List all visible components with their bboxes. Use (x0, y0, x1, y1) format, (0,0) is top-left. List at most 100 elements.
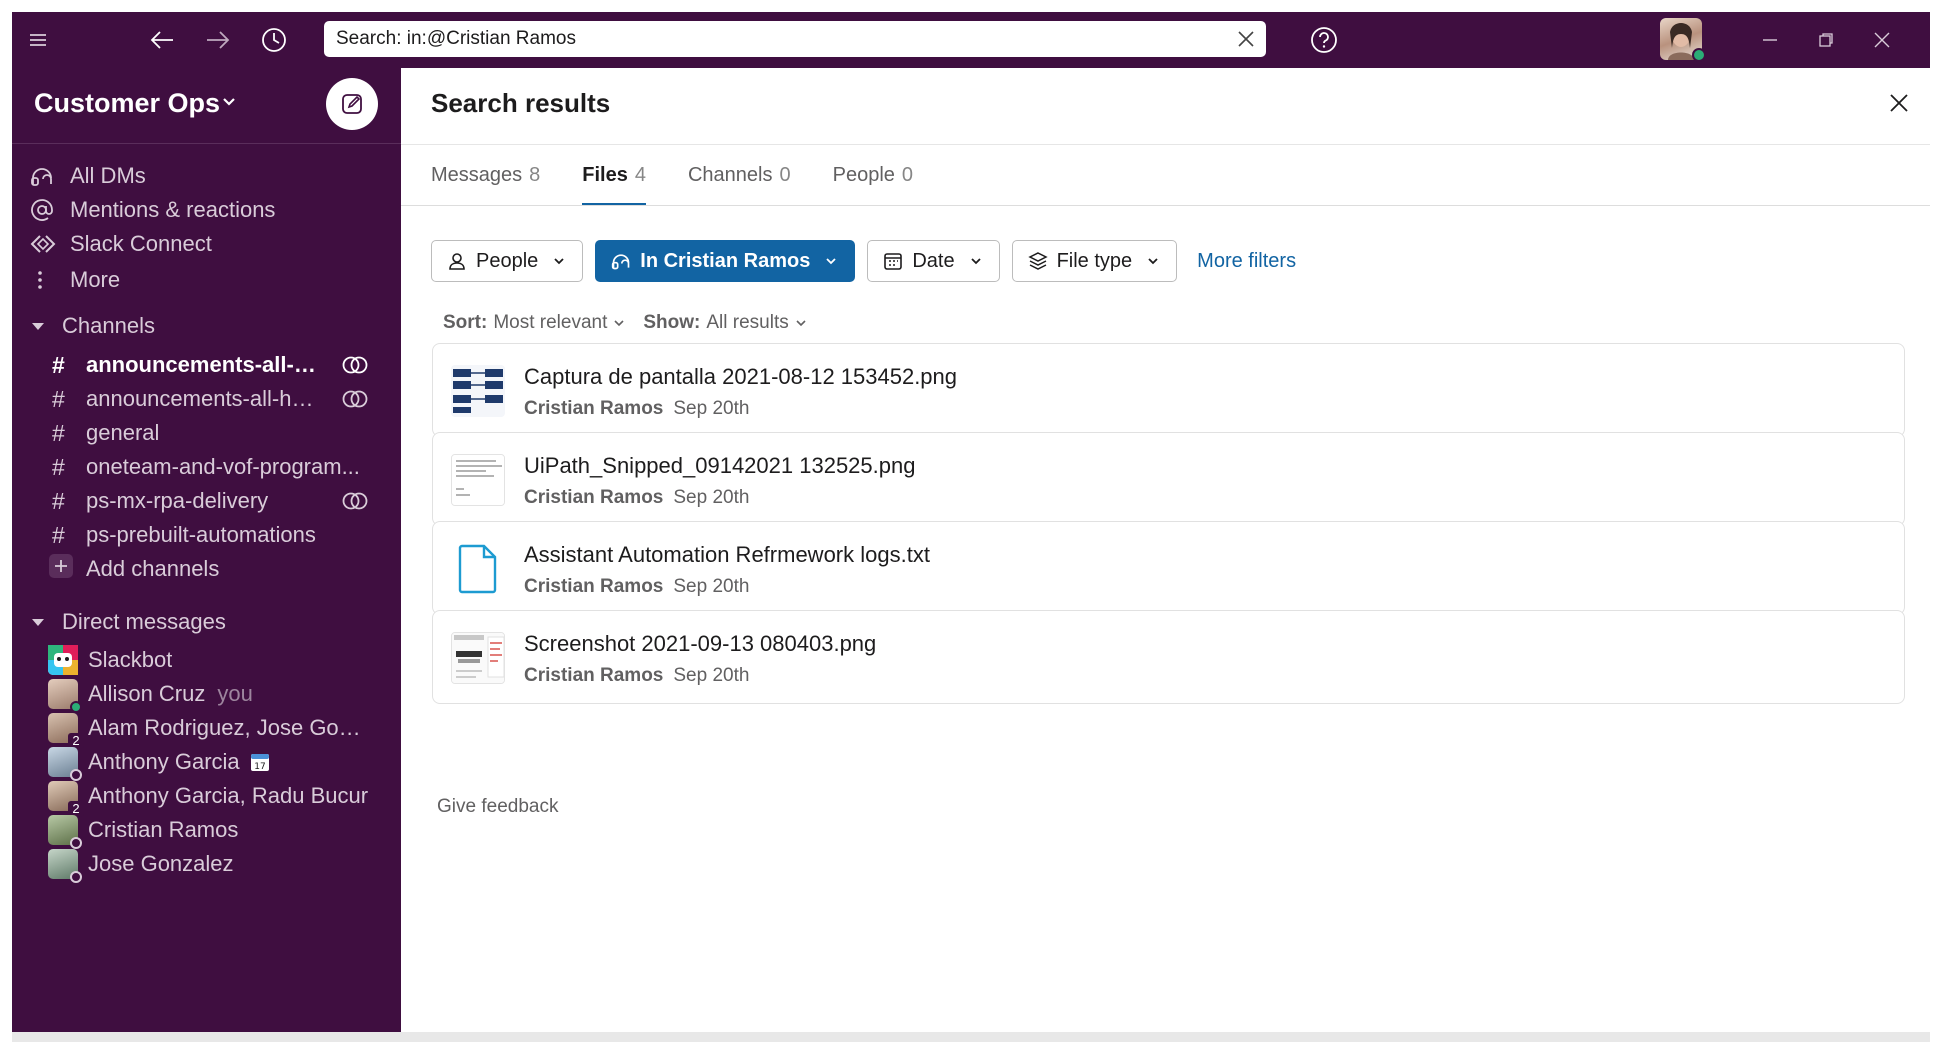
sidebar: Customer Ops All DMs Mentions & reaction… (12, 68, 401, 1032)
search-results-panel: Search results Messages 8 Files 4 Channels… (401, 68, 1930, 1032)
in-conversation-filter-button[interactable]: In Cristian Ramos (595, 240, 856, 282)
file-meta: Cristian Ramos Sep 20th (524, 576, 750, 597)
workspace-name[interactable]: Customer Ops (34, 88, 220, 119)
dm-item-slackbot[interactable]: Slackbot (48, 642, 172, 678)
shared-channel-icon (342, 354, 372, 376)
file-thumbnail (451, 632, 505, 684)
app-window: Search: in:@Cristian Ramos Customer Ops (12, 12, 1930, 1032)
page-title: Search results (431, 88, 611, 118)
minimize-icon[interactable] (1754, 24, 1786, 56)
sidebar-item-label: More (70, 267, 121, 292)
close-icon[interactable] (1882, 86, 1916, 120)
avatar (48, 679, 82, 713)
dm-item-allison-cruz[interactable]: Allison Cruz you (48, 676, 253, 713)
dm-item-jose-gonzalez[interactable]: Jose Gonzalez (48, 846, 234, 883)
sort-dropdown[interactable]: Sort: Most relevant (443, 312, 627, 334)
tab-people[interactable]: People 0 (833, 145, 913, 205)
shared-channel-icon (342, 490, 372, 512)
result-tabs: Messages 8 Files 4 Channels 0 People 0 (431, 145, 955, 206)
channel-item[interactable]: # announcements-all-h... (48, 347, 322, 383)
forward-arrow-icon[interactable] (202, 24, 234, 56)
avatar: 2 (48, 781, 84, 817)
filter-bar: People In Cristian Ramos Date File type … (431, 240, 1296, 282)
date-filter-button[interactable]: Date (867, 240, 1000, 282)
file-result-card[interactable]: UiPath_Snipped_09142021 132525.png Crist… (432, 432, 1905, 526)
file-result-card[interactable]: Captura de pantalla 2021-08-12 153452.pn… (432, 343, 1905, 437)
svg-text:17: 17 (254, 762, 265, 772)
channel-item[interactable]: # ps-prebuilt-automations (48, 517, 316, 553)
dm-item-cristian-ramos[interactable]: Cristian Ramos (48, 812, 238, 849)
chevron-down-icon (552, 253, 568, 269)
channels-heading: Channels (62, 313, 155, 338)
file-result-card[interactable]: Screenshot 2021-09-13 080403.png Cristia… (432, 610, 1905, 704)
avatar (48, 747, 82, 781)
hash-icon: # (52, 521, 65, 548)
help-icon[interactable] (1308, 24, 1340, 56)
avatar: 2 (48, 713, 84, 749)
sidebar-item-all-dms[interactable]: All DMs (30, 158, 146, 194)
caret-down-icon (30, 616, 62, 628)
sidebar-item-mentions[interactable]: Mentions & reactions (30, 192, 275, 228)
at-icon (30, 194, 62, 226)
channel-item[interactable]: # announcements-all-ha... (48, 381, 322, 417)
close-window-icon[interactable] (1866, 24, 1898, 56)
sidebar-item-label: Mentions & reactions (70, 197, 276, 222)
hash-icon: # (52, 419, 65, 446)
avatar (48, 815, 82, 849)
search-input[interactable]: Search: in:@Cristian Ramos (324, 21, 1266, 57)
calendar-icon: 17 (250, 752, 270, 772)
sidebar-item-slack-connect[interactable]: Slack Connect (30, 226, 212, 262)
hash-icon: # (52, 453, 65, 480)
hash-icon: # (52, 487, 65, 514)
file-thumbnail (451, 454, 505, 506)
calendar-icon (882, 250, 904, 272)
hash-icon: # (52, 385, 65, 412)
file-name[interactable]: Assistant Automation Refrmework logs.txt (524, 542, 930, 568)
dm-item-group[interactable]: 2 Anthony Garcia, Radu Bucur (48, 778, 368, 817)
tab-files[interactable]: Files 4 (582, 145, 646, 206)
tab-messages[interactable]: Messages 8 (431, 145, 540, 205)
channel-item[interactable]: # ps-mx-rpa-delivery (48, 483, 268, 519)
window-bottom-edge (12, 1032, 1930, 1042)
dm-section-header[interactable]: Direct messages (30, 604, 226, 640)
presence-away-icon (70, 871, 82, 883)
dm-heading: Direct messages (62, 609, 226, 634)
file-name[interactable]: UiPath_Snipped_09142021 132525.png (524, 453, 915, 479)
search-query: Search: in:@Cristian Ramos (336, 28, 576, 49)
dm-item-anthony-garcia[interactable]: Anthony Garcia 17 (48, 744, 270, 781)
top-bar: Search: in:@Cristian Ramos (12, 12, 1930, 68)
give-feedback-link[interactable]: Give feedback (437, 796, 558, 818)
file-type-filter-button[interactable]: File type (1011, 240, 1178, 282)
file-name[interactable]: Captura de pantalla 2021-08-12 153452.pn… (524, 364, 957, 390)
file-name[interactable]: Screenshot 2021-09-13 080403.png (524, 631, 876, 657)
channel-item[interactable]: # general (48, 415, 159, 451)
plus-icon (48, 553, 86, 585)
add-channels-button[interactable]: Add channels (48, 551, 219, 587)
compose-button[interactable] (326, 78, 378, 130)
person-icon (446, 250, 468, 272)
sidebar-item-more[interactable]: More (30, 262, 120, 298)
avatar (48, 849, 82, 883)
history-icon[interactable] (258, 24, 290, 56)
channel-item[interactable]: # oneteam-and-vof-program... (48, 449, 360, 485)
more-vertical-icon (30, 264, 62, 296)
presence-online-icon (1692, 48, 1706, 62)
file-thumbnail (451, 365, 505, 417)
chevron-down-icon (824, 253, 840, 269)
sidebar-item-label: All DMs (70, 163, 146, 188)
show-dropdown[interactable]: Show: All results (643, 312, 808, 334)
file-result-card[interactable]: Assistant Automation Refrmework logs.txt… (432, 521, 1905, 615)
chevron-down-icon[interactable] (218, 90, 240, 112)
dm-item-group[interactable]: 2 Alam Rodriguez, Jose Gonz... (48, 710, 372, 749)
menu-icon[interactable] (22, 24, 54, 56)
restore-icon[interactable] (1810, 24, 1842, 56)
file-meta: Cristian Ramos Sep 20th (524, 398, 750, 419)
channels-section-header[interactable]: Channels (30, 308, 155, 344)
clear-search-icon[interactable] (1232, 25, 1260, 53)
people-filter-button[interactable]: People (431, 240, 584, 282)
caret-down-icon (30, 320, 62, 332)
more-filters-link[interactable]: More filters (1197, 250, 1296, 273)
tab-channels[interactable]: Channels 0 (688, 145, 791, 205)
sort-controls: Sort: Most relevant Show: All results (443, 312, 825, 334)
back-arrow-icon[interactable] (146, 24, 178, 56)
